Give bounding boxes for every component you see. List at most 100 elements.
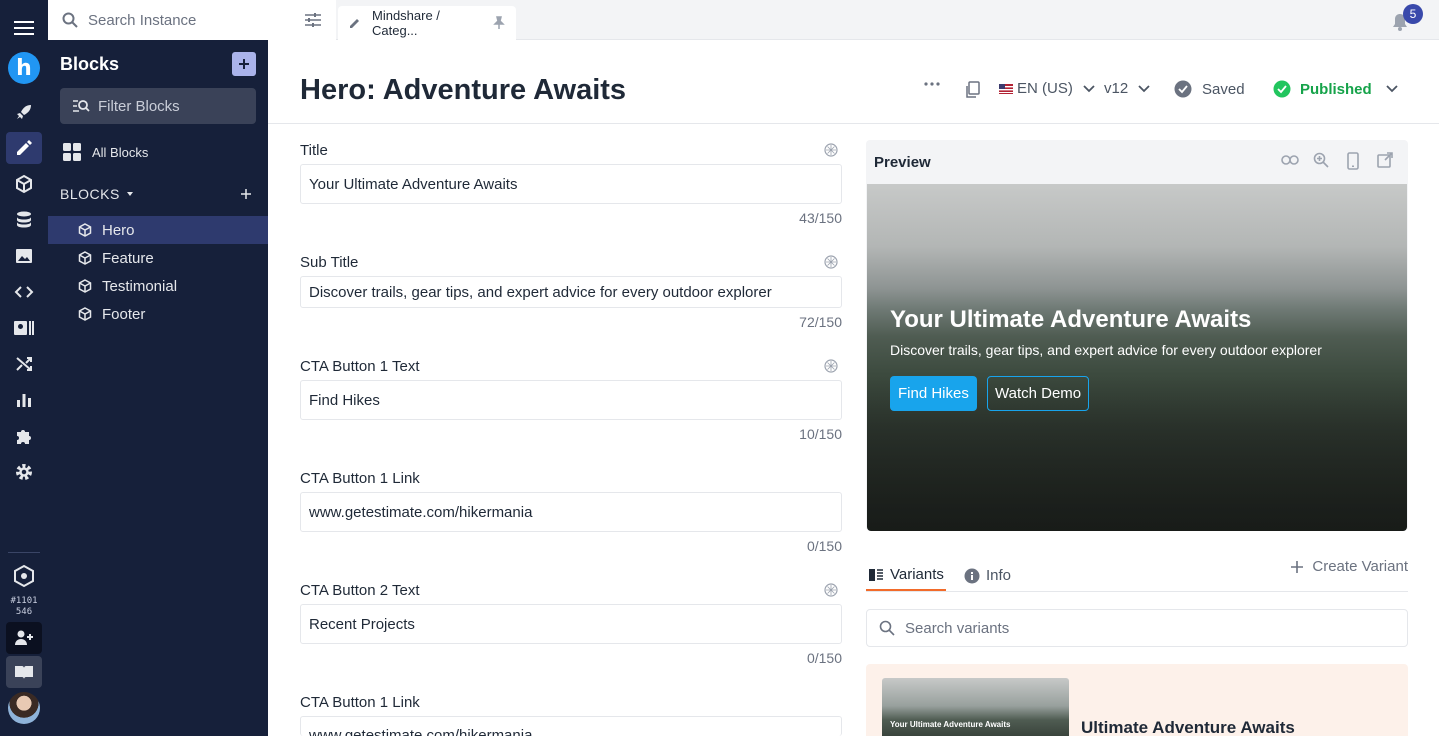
ai-icon[interactable]	[824, 359, 838, 373]
chevron-down-icon	[1083, 84, 1095, 93]
org-id: #1101 546	[10, 596, 38, 617]
cube-icon	[78, 307, 92, 321]
char-count: 72/150	[799, 314, 842, 330]
more-icon[interactable]	[924, 82, 940, 86]
cta-link-input-2[interactable]: www.getestimate.com/hikermania	[300, 716, 842, 736]
blocks-sidebar: Blocks Filter Blocks All Blocks BLOCKS H…	[48, 40, 268, 736]
tab-info[interactable]: Info	[964, 560, 1011, 591]
zoom-icon[interactable]	[1313, 152, 1329, 168]
sidebar-item-feature[interactable]: Feature	[48, 244, 268, 272]
create-variant-button[interactable]: Create Variant	[1290, 558, 1408, 575]
tab-info-label: Info	[986, 567, 1012, 584]
add-user-icon[interactable]	[6, 622, 42, 654]
published-select[interactable]: Published	[1273, 80, 1398, 98]
rocket-icon[interactable]	[6, 96, 42, 128]
title-input[interactable]: Your Ultimate Adventure Awaits	[300, 164, 842, 204]
menu-icon[interactable]	[6, 12, 42, 44]
pin-icon[interactable]	[492, 16, 506, 30]
cube-icon	[78, 279, 92, 293]
all-blocks-link[interactable]: All Blocks	[62, 142, 148, 162]
field-label: CTA Button 1 Link	[300, 470, 420, 487]
search-variants-placeholder: Search variants	[905, 619, 1010, 637]
blocks-section-header[interactable]: BLOCKS	[60, 186, 256, 202]
book-icon[interactable]	[6, 656, 42, 688]
tab-variants-label: Variants	[890, 566, 944, 583]
database-icon[interactable]	[6, 204, 42, 236]
grid-icon	[62, 142, 82, 162]
search-instance-input[interactable]: Search Instance	[48, 0, 336, 40]
pencil-icon[interactable]	[6, 132, 42, 164]
filter-placeholder: Filter Blocks	[98, 97, 180, 115]
subtitle-input[interactable]: Discover trails, gear tips, and expert a…	[300, 276, 842, 308]
ai-icon[interactable]	[824, 255, 838, 269]
avatar[interactable]	[8, 692, 40, 724]
cta1-link-input[interactable]: www.getestimate.com/hikermania	[300, 492, 842, 532]
locale-select[interactable]: EN (US)	[999, 80, 1095, 97]
variant-card[interactable]: Your Ultimate Adventure Awaits Ultimate …	[866, 664, 1408, 736]
search-icon	[879, 620, 895, 636]
version-select[interactable]: v12	[1104, 80, 1150, 97]
all-blocks-label: All Blocks	[92, 144, 149, 160]
settings-icon[interactable]	[6, 456, 42, 488]
ai-icon[interactable]	[824, 583, 838, 597]
chevron-down-icon	[1386, 85, 1398, 93]
filter-search-icon	[72, 98, 90, 114]
sidebar-item-footer[interactable]: Footer	[48, 300, 268, 328]
filter-blocks-input[interactable]: Filter Blocks	[60, 88, 256, 124]
tab-variants[interactable]: Variants	[866, 560, 946, 591]
sliders-icon[interactable]	[304, 11, 322, 29]
link-icon[interactable]	[1281, 154, 1299, 166]
cube-icon	[78, 251, 92, 265]
mobile-icon[interactable]	[1347, 152, 1359, 170]
saved-label: Saved	[1202, 80, 1245, 98]
blocks-section-label: BLOCKS	[60, 186, 120, 202]
hero-title: Your Ultimate Adventure Awaits	[890, 306, 1252, 333]
search-variants-input[interactable]: Search variants	[866, 609, 1408, 647]
char-count: 43/150	[799, 210, 842, 226]
add-section-icon[interactable]	[240, 188, 252, 200]
find-hikes-button[interactable]: Find Hikes	[890, 376, 977, 411]
char-count: 0/150	[806, 650, 842, 666]
variant-tabs: Variants Info Create Variant	[866, 552, 1408, 592]
plus-icon	[1290, 560, 1304, 574]
variant-thumbnail: Your Ultimate Adventure Awaits	[882, 678, 1069, 736]
image-icon[interactable]	[6, 240, 42, 272]
shuffle-icon[interactable]	[6, 348, 42, 380]
tab-mindshare[interactable]: Mindshare / Categ...	[338, 6, 516, 40]
puzzle-icon[interactable]	[6, 420, 42, 452]
field-label: Title	[300, 142, 328, 159]
watch-demo-button[interactable]: Watch Demo	[987, 376, 1090, 411]
tab-label: Mindshare / Categ...	[372, 8, 440, 38]
copy-icon[interactable]	[964, 81, 980, 99]
cube-icon[interactable]	[6, 168, 42, 200]
saved-status: Saved	[1174, 80, 1245, 98]
ai-icon[interactable]	[824, 143, 838, 157]
page-header: Hero: Adventure Awaits EN (US) v12 Saved…	[268, 40, 1439, 124]
check-circle-icon	[1174, 80, 1192, 98]
field-label: CTA Button 1 Text	[300, 358, 420, 375]
preview-title: Preview	[874, 154, 931, 171]
info-icon	[964, 568, 980, 584]
preview-panel: Preview Your Ultimate Adventure Awaits D…	[866, 140, 1408, 531]
create-variant-label: Create Variant	[1312, 558, 1408, 575]
org-hex-icon[interactable]	[6, 560, 42, 592]
sidebar-item-label: Hero	[102, 221, 135, 239]
contacts-icon[interactable]	[6, 312, 42, 344]
code-icon[interactable]	[6, 276, 42, 308]
page-title: Hero: Adventure Awaits	[300, 74, 627, 106]
cta2-text-input[interactable]: Recent Projects	[300, 604, 842, 644]
published-check-icon	[1273, 80, 1291, 98]
cta1-text-input[interactable]: Find Hikes	[300, 380, 842, 420]
sidebar-item-hero[interactable]: Hero	[48, 216, 268, 244]
sidebar-title: Blocks	[60, 54, 120, 74]
app-logo[interactable]: h	[8, 52, 40, 84]
rail-divider	[8, 552, 40, 553]
hero-preview-image: Your Ultimate Adventure Awaits Discover …	[867, 184, 1407, 531]
add-block-button[interactable]	[232, 52, 256, 76]
char-count: 0/150	[806, 538, 842, 554]
chart-icon[interactable]	[6, 384, 42, 416]
sidebar-item-testimonial[interactable]: Testimonial	[48, 272, 268, 300]
notification-badge: 5	[1403, 4, 1423, 24]
field-label: CTA Button 1 Link	[300, 694, 420, 711]
external-link-icon[interactable]	[1377, 152, 1393, 168]
